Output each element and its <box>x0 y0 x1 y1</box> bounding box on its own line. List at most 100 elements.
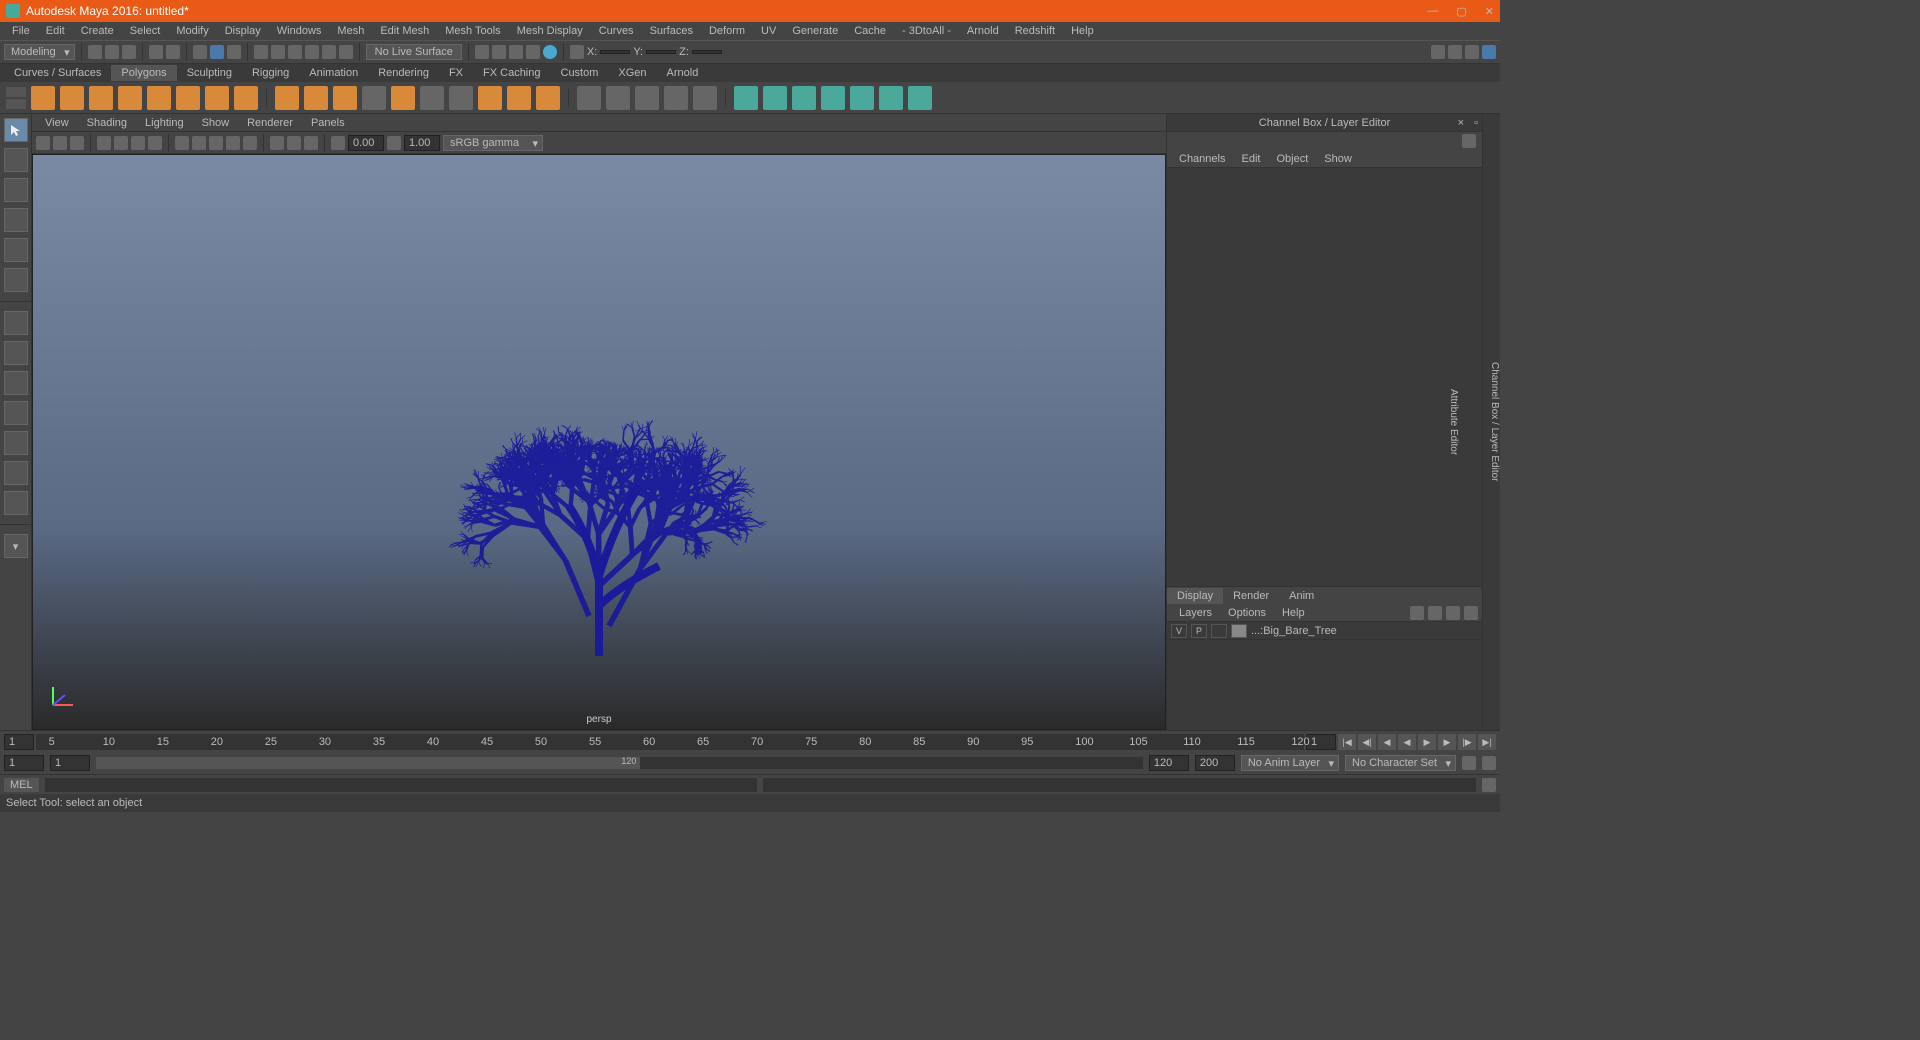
sidebar-toggle-2-icon[interactable] <box>1448 45 1462 59</box>
gamma-input[interactable]: 1.00 <box>404 135 440 151</box>
menu-arnold[interactable]: Arnold <box>959 25 1007 37</box>
layer-move-down-icon[interactable] <box>1428 606 1442 620</box>
menu-surfaces[interactable]: Surfaces <box>642 25 701 37</box>
render-settings-icon[interactable] <box>526 45 540 59</box>
shelf-tab-polygons[interactable]: Polygons <box>111 65 176 81</box>
fill-hole-icon[interactable] <box>734 86 758 110</box>
menu-curves[interactable]: Curves <box>591 25 642 37</box>
panel-menu-panels[interactable]: Panels <box>302 117 354 129</box>
range-start-input[interactable]: 1 <box>4 755 44 771</box>
range-slider-track[interactable]: 120 <box>96 757 1143 769</box>
channel-menu-edit[interactable]: Edit <box>1233 153 1268 165</box>
hypershade-icon[interactable] <box>543 45 557 59</box>
scale-tool[interactable] <box>4 268 28 292</box>
layer-visible-cell[interactable]: V <box>1171 624 1187 638</box>
shadows-icon[interactable] <box>243 136 257 150</box>
layer-color-cell[interactable] <box>1231 624 1247 638</box>
target-weld-icon[interactable] <box>536 86 560 110</box>
shelf-tab-fx[interactable]: FX <box>439 65 473 81</box>
exposure-input[interactable]: 0.00 <box>348 135 384 151</box>
menu-select[interactable]: Select <box>122 25 169 37</box>
panel-menu-renderer[interactable]: Renderer <box>238 117 302 129</box>
current-frame-input[interactable]: 1 <box>4 734 34 750</box>
smooth-icon[interactable] <box>577 86 601 110</box>
menu-mesh-tools[interactable]: Mesh Tools <box>437 25 508 37</box>
merge-icon[interactable] <box>507 86 531 110</box>
step-forward-button[interactable]: ▶ <box>1438 734 1456 750</box>
go-to-end-button[interactable]: ▶| <box>1478 734 1496 750</box>
attribute-editor-tab[interactable]: Attribute Editor <box>1448 383 1459 461</box>
panel-layout-icon[interactable] <box>570 45 584 59</box>
channel-menu-show[interactable]: Show <box>1316 153 1360 165</box>
xray-joints-icon[interactable] <box>304 136 318 150</box>
snap-curve-icon[interactable] <box>271 45 285 59</box>
lights-icon[interactable] <box>226 136 240 150</box>
shelf-tab-xgen[interactable]: XGen <box>608 65 656 81</box>
layer-tab-display[interactable]: Display <box>1167 588 1223 604</box>
playback-end-input[interactable]: 120 <box>1149 755 1189 771</box>
channel-menu-object[interactable]: Object <box>1268 153 1316 165</box>
snap-point-icon[interactable] <box>288 45 302 59</box>
symmetry-icon[interactable] <box>879 86 903 110</box>
workspace-dropdown[interactable]: Modeling <box>4 44 75 60</box>
booleans-icon[interactable] <box>333 86 357 110</box>
channel-mode-icon[interactable] <box>1462 134 1476 148</box>
layout-two-h-icon[interactable] <box>4 371 28 395</box>
wireframe-icon[interactable] <box>175 136 189 150</box>
layer-type-cell[interactable] <box>1211 624 1227 638</box>
menu-edit[interactable]: Edit <box>38 25 73 37</box>
save-scene-icon[interactable] <box>122 45 136 59</box>
layer-help-menu[interactable]: Help <box>1274 607 1313 619</box>
layer-options-menu[interactable]: Options <box>1220 607 1274 619</box>
menu-generate[interactable]: Generate <box>784 25 846 37</box>
gate-mask-icon[interactable] <box>148 136 162 150</box>
combine-icon[interactable] <box>275 86 299 110</box>
flip-icon[interactable] <box>850 86 874 110</box>
poly-pyramid-icon[interactable] <box>205 86 229 110</box>
layer-tab-anim[interactable]: Anim <box>1279 588 1324 604</box>
menu-cache[interactable]: Cache <box>846 25 894 37</box>
move-tool[interactable] <box>4 208 28 232</box>
menu-edit-mesh[interactable]: Edit Mesh <box>372 25 437 37</box>
layout-single-icon[interactable] <box>4 311 28 335</box>
go-to-start-button[interactable]: |◀ <box>1338 734 1356 750</box>
shelf-editor-icon[interactable] <box>6 99 26 109</box>
append-icon[interactable] <box>763 86 787 110</box>
multi-cut-icon[interactable] <box>449 86 473 110</box>
textured-icon[interactable] <box>209 136 223 150</box>
collapse-icon[interactable] <box>792 86 816 110</box>
minimize-button[interactable]: — <box>1427 5 1438 18</box>
shelf-tab-arnold[interactable]: Arnold <box>657 65 709 81</box>
menu-uv[interactable]: UV <box>753 25 784 37</box>
poly-torus-icon[interactable] <box>176 86 200 110</box>
script-language-button[interactable]: MEL <box>4 778 39 792</box>
shelf-tab-animation[interactable]: Animation <box>299 65 368 81</box>
image-plane-icon[interactable] <box>70 136 84 150</box>
shelf-tab-rendering[interactable]: Rendering <box>368 65 439 81</box>
play-back-button[interactable]: ◀ <box>1398 734 1416 750</box>
snap-surface-icon[interactable] <box>322 45 336 59</box>
poly-cube-icon[interactable] <box>60 86 84 110</box>
step-back-key-button[interactable]: ◀| <box>1358 734 1376 750</box>
subdivide-icon[interactable] <box>635 86 659 110</box>
end-frame-display[interactable]: 1 <box>1306 734 1336 750</box>
gamma-icon[interactable] <box>387 136 401 150</box>
shelf-tab-fx-caching[interactable]: FX Caching <box>473 65 550 81</box>
auto-key-icon[interactable] <box>1462 756 1476 770</box>
ipr-render-icon[interactable] <box>509 45 523 59</box>
menu-deform[interactable]: Deform <box>701 25 753 37</box>
bridge-icon[interactable] <box>391 86 415 110</box>
layers-menu[interactable]: Layers <box>1171 607 1220 619</box>
sidebar-toggle-4-icon[interactable] <box>1482 45 1496 59</box>
layer-move-up-icon[interactable] <box>1410 606 1424 620</box>
viewport[interactable]: persp <box>32 154 1166 730</box>
camera-select-icon[interactable] <box>36 136 50 150</box>
step-back-button[interactable]: ◀ <box>1378 734 1396 750</box>
exposure-icon[interactable] <box>331 136 345 150</box>
xray-icon[interactable] <box>287 136 301 150</box>
script-editor-icon[interactable] <box>1482 778 1496 792</box>
menu-windows[interactable]: Windows <box>269 25 330 37</box>
layout-two-v-icon[interactable] <box>4 401 28 425</box>
layout-more-icon[interactable]: ▾ <box>4 534 28 558</box>
menu-file[interactable]: File <box>4 25 38 37</box>
